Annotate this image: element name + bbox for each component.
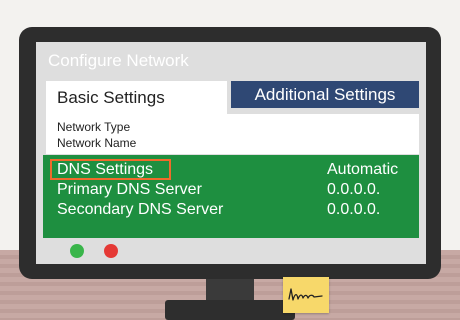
network-name-label[interactable]: Network Name xyxy=(57,136,136,150)
ok-button[interactable] xyxy=(70,244,84,258)
primary-dns-value[interactable]: 0.0.0.0. xyxy=(327,181,380,199)
window-title: Configure Network xyxy=(48,51,189,70)
tab-basic-settings[interactable]: Basic Settings xyxy=(46,81,227,114)
dns-settings-value[interactable]: Automatic xyxy=(327,161,398,179)
secondary-dns-label: Secondary DNS Server xyxy=(57,201,224,218)
configure-network-window: Configure Network Basic Settings Additio… xyxy=(36,42,426,264)
dns-settings-label[interactable]: DNS Settings xyxy=(57,161,153,179)
cancel-button[interactable] xyxy=(104,244,118,258)
secondary-dns-value[interactable]: 0.0.0.0. xyxy=(327,201,380,219)
signature-scribble-icon xyxy=(288,288,323,301)
sticky-note xyxy=(283,277,329,313)
network-type-label[interactable]: Network Type xyxy=(57,120,130,134)
monitor-stand-base xyxy=(165,300,295,320)
primary-dns-label: Primary DNS Server xyxy=(57,181,202,198)
dns-settings-panel: DNS Settings Automatic Primary DNS Serve… xyxy=(43,155,419,238)
basic-settings-panel: Network Type Network Name xyxy=(46,114,419,154)
tab-additional-settings[interactable]: Additional Settings xyxy=(231,81,419,108)
